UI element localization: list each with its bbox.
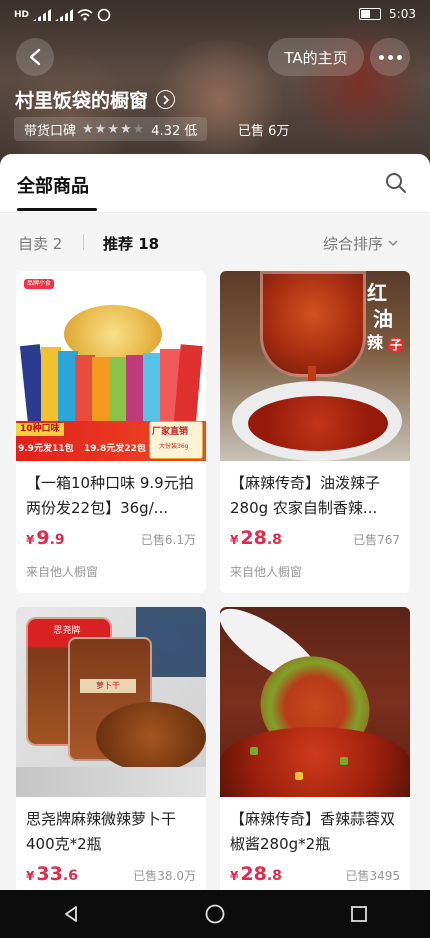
product-sold: 已售767: [353, 533, 400, 547]
chevron-right-circle-icon: [156, 90, 176, 109]
back-button[interactable]: [16, 38, 54, 76]
product-card[interactable]: 思尧牌 萝卜干 思尧牌麻辣微辣萝卜干400克*2瓶 ¥33.6 已售38.0万: [16, 607, 206, 894]
product-name: 【麻辣传奇】油泼辣子280g 农家自制香辣...: [230, 474, 381, 517]
wifi-icon: [77, 9, 93, 21]
product-panel: 全部商品 自卖 2 推荐 18 综合排序 品牌小食 10种口味 9.9元发11包…: [0, 154, 430, 894]
more-dots-icon: [378, 54, 384, 60]
status-bar: HD 5:03: [0, 0, 430, 32]
ta-homepage-button[interactable]: TA的主页: [268, 38, 364, 76]
product-card[interactable]: 【麻辣传奇】香辣蒜蓉双椒酱280g*2瓶 ¥28.8 已售3495: [220, 607, 410, 894]
sync-icon: [97, 8, 111, 22]
product-card[interactable]: 红 油 辣 子 【麻辣传奇】油泼辣子280g 农家自制香辣... ¥28.8 已…: [220, 271, 410, 593]
more-button[interactable]: [370, 38, 410, 76]
sort-dropdown[interactable]: 综合排序: [323, 233, 398, 254]
rating-label: 带货口碑: [24, 123, 77, 139]
product-name: 思尧牌麻辣微辣萝卜干400克*2瓶: [26, 810, 177, 853]
chevron-left-icon: [29, 48, 41, 66]
rating-stars: ★★★★★: [82, 121, 146, 137]
product-name: 【一箱10种口味 9.9元拍两份发22包】36g/...: [26, 474, 194, 517]
product-image-chili-oil: 红 油 辣 子: [220, 271, 410, 461]
battery-icon: [359, 8, 382, 20]
product-image-chili-sauce: [220, 607, 410, 797]
tab-bar: 全部商品: [0, 154, 430, 213]
product-price: ¥33.6: [26, 863, 78, 885]
signal-icon-2: [55, 9, 74, 21]
product-sold: 已售3495: [345, 869, 400, 883]
filter-bar: 自卖 2 推荐 18 综合排序: [0, 213, 430, 271]
rating-badge[interactable]: 带货口碑 ★★★★★ 4.32 低: [14, 117, 208, 141]
product-sold: 已售6.1万: [140, 533, 196, 547]
product-image-snacks: 品牌小食 10种口味 9.9元发11包 19.8元发22包 厂家直销 大份装36…: [16, 271, 206, 461]
product-price: ¥9.9: [26, 527, 65, 549]
filter-self-sell[interactable]: 自卖 2: [18, 233, 62, 254]
triangle-back-icon[interactable]: [61, 904, 81, 924]
tab-underline: [17, 208, 97, 211]
product-card[interactable]: 品牌小食 10种口味 9.9元发11包 19.8元发22包 厂家直销 大份装36…: [16, 271, 206, 593]
search-icon[interactable]: [385, 172, 407, 194]
product-price: ¥28.8: [230, 863, 282, 885]
shop-title[interactable]: 村里饭袋的橱窗: [15, 86, 176, 113]
filter-divider: [83, 234, 84, 250]
chevron-down-icon: [388, 240, 398, 247]
sold-total: 已售 6万: [238, 124, 290, 139]
tab-all-products[interactable]: 全部商品: [17, 172, 89, 198]
product-name: 【麻辣传奇】香辣蒜蓉双椒酱280g*2瓶: [230, 810, 396, 853]
status-time: 5:03: [389, 7, 416, 21]
product-image-radish: 思尧牌 萝卜干: [16, 607, 206, 797]
rating-value: 4.32 低: [151, 123, 198, 139]
hd-icon: HD: [14, 10, 30, 20]
product-sold: 已售38.0万: [133, 869, 196, 883]
product-price: ¥28.8: [230, 527, 282, 549]
shop-name: 村里饭袋的橱窗: [15, 90, 149, 112]
signal-icon: [33, 9, 52, 21]
circle-home-icon[interactable]: [204, 903, 226, 925]
system-nav-bar: [0, 890, 430, 938]
filter-recommended[interactable]: 推荐 18: [103, 233, 159, 254]
product-source: 来自他人橱窗: [230, 565, 303, 579]
square-recents-icon[interactable]: [349, 904, 369, 924]
product-source: 来自他人橱窗: [26, 565, 99, 579]
sort-label: 综合排序: [323, 235, 384, 253]
